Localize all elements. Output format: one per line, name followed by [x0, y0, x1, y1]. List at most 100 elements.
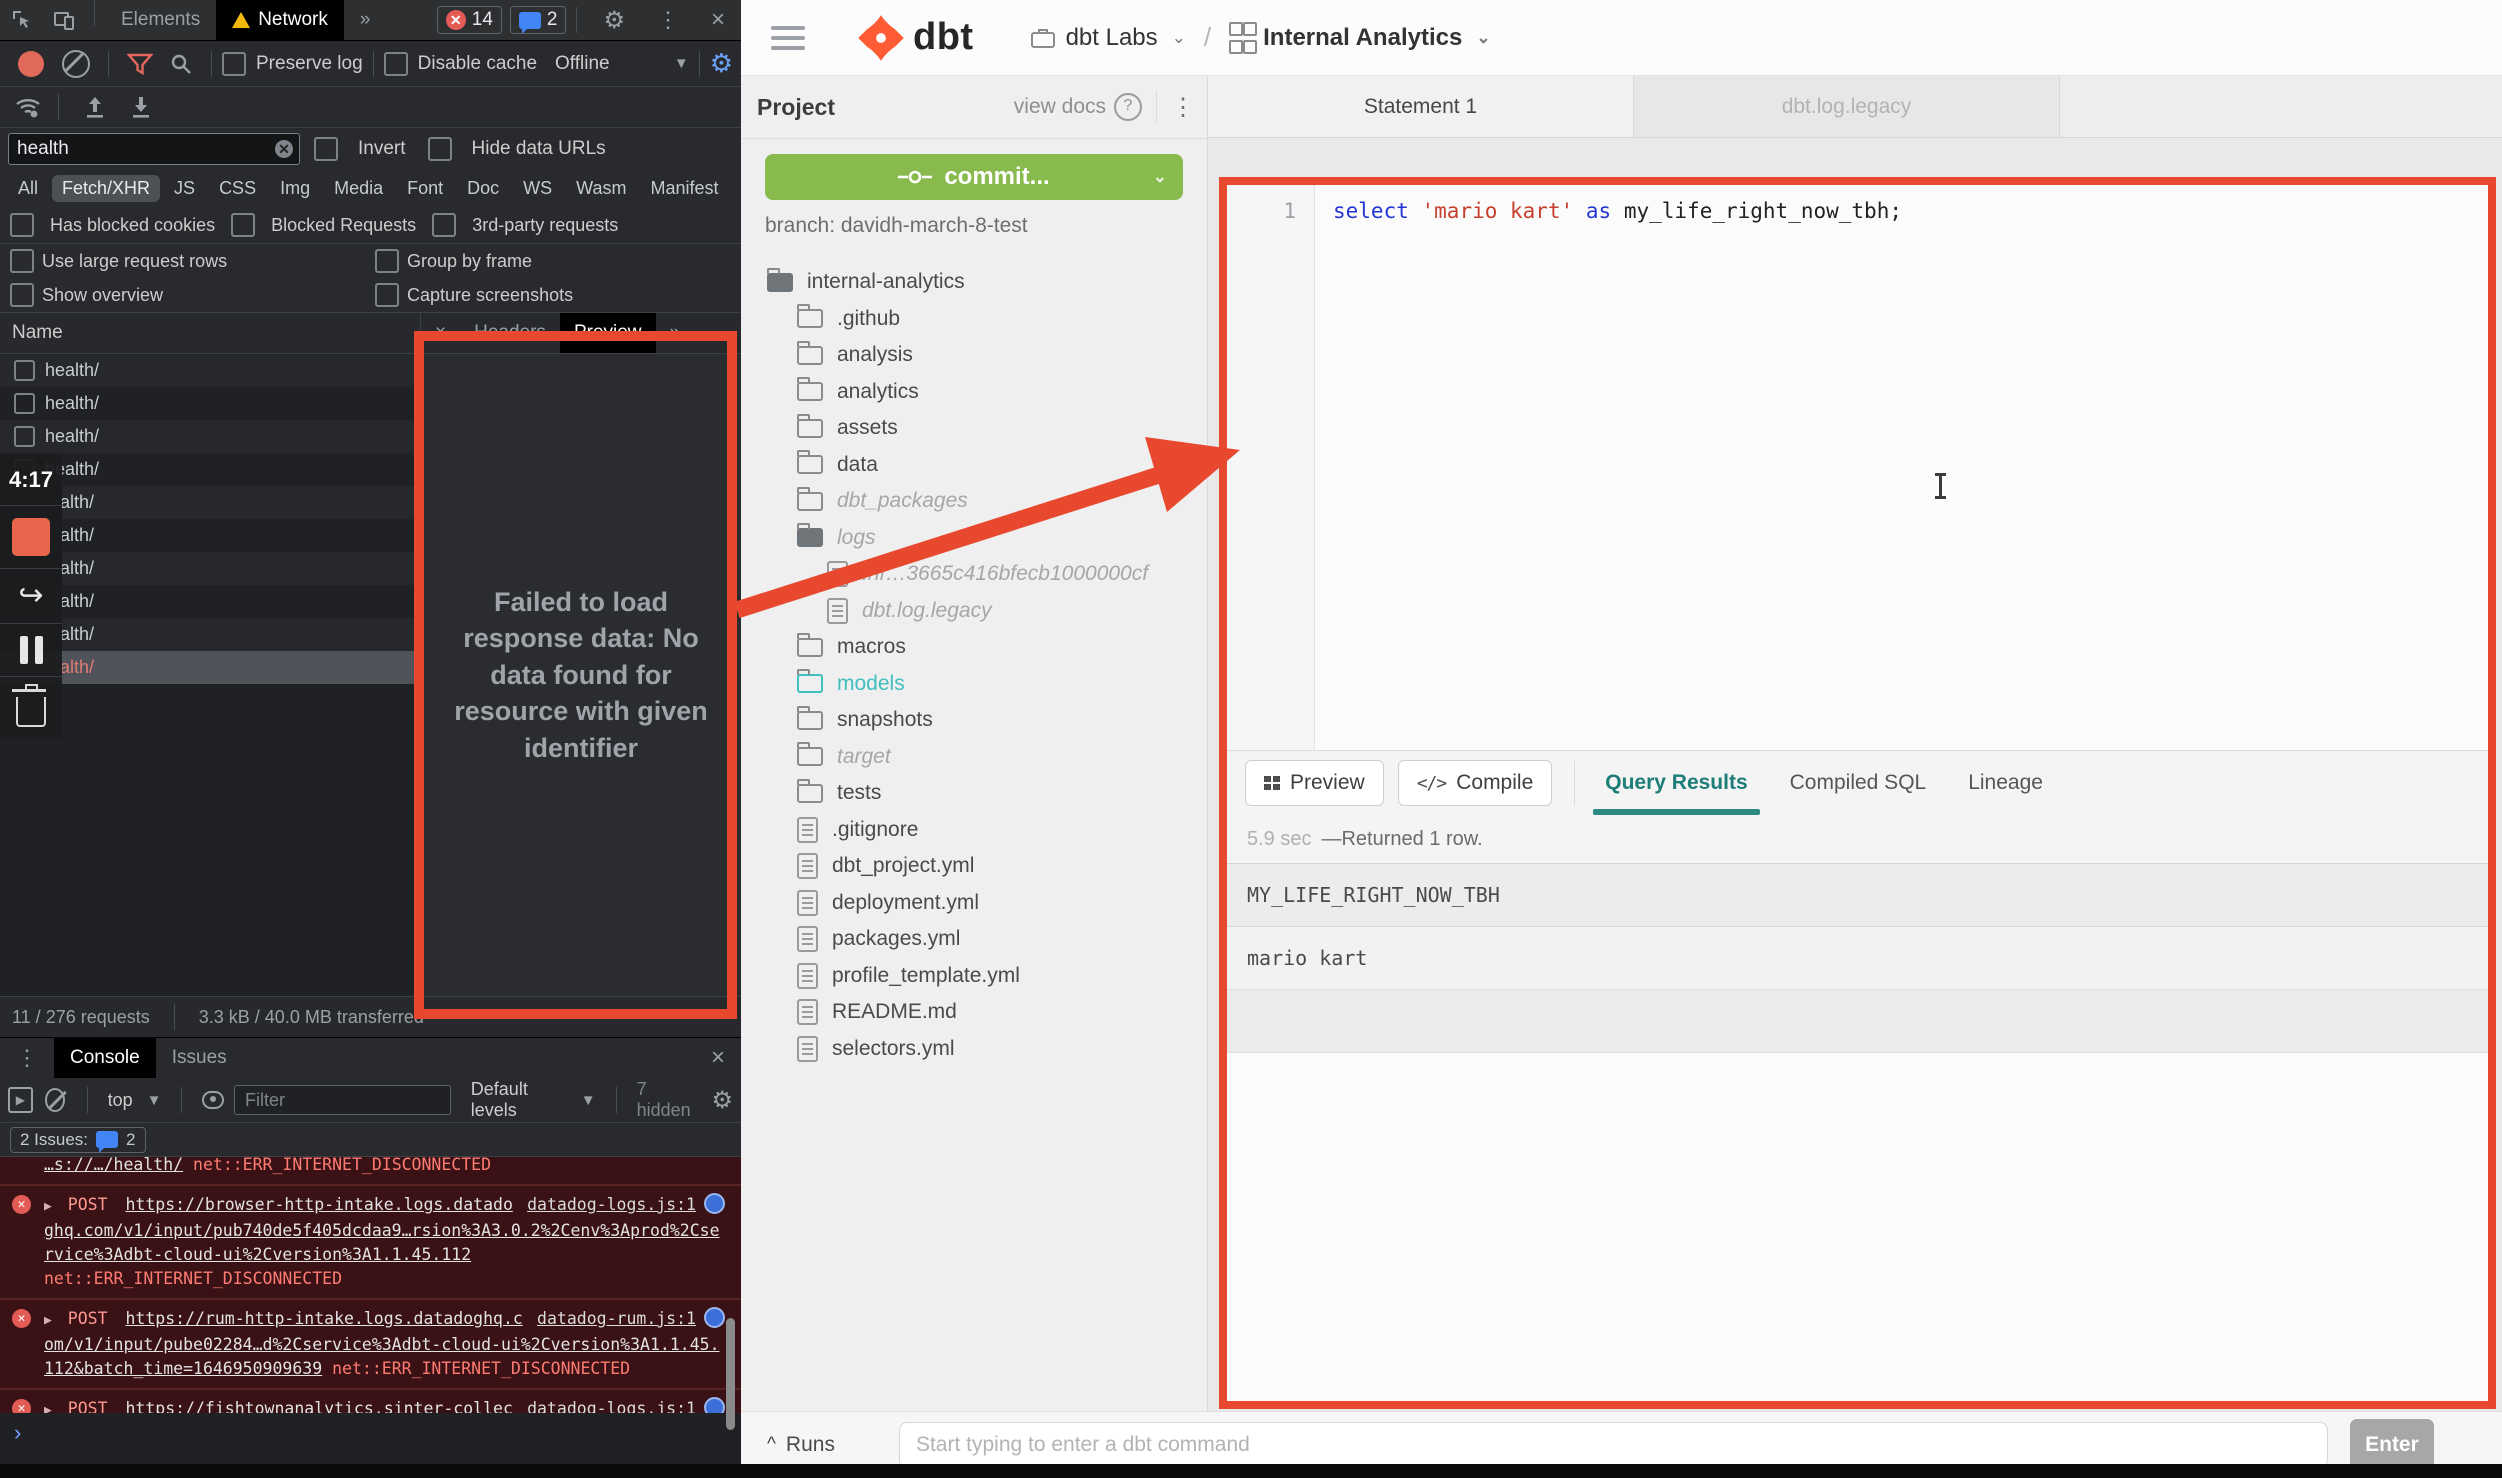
export-har-icon[interactable]	[129, 94, 153, 120]
dbt-command-input[interactable]: Start typing to enter a dbt command	[899, 1422, 2328, 1468]
file-tree-item[interactable]: macros	[741, 629, 1207, 666]
devtools-close-icon[interactable]: ×	[695, 0, 741, 40]
compile-button[interactable]: </> Compile	[1398, 760, 1553, 806]
file-tree-item[interactable]: internal-analytics	[741, 264, 1207, 301]
account-switcher[interactable]: dbt Labs ⌄	[1030, 24, 1186, 52]
request-row[interactable]: alth/	[0, 618, 420, 651]
request-row[interactable]: alth/	[0, 519, 420, 552]
result-tab[interactable]: Query Results	[1597, 753, 1755, 813]
project-menu-icon[interactable]: ⋮	[1171, 103, 1191, 112]
resource-type-pill[interactable]: Font	[397, 175, 453, 202]
console-sidebar-toggle-icon[interactable]: ▶	[8, 1087, 33, 1113]
file-tree-item[interactable]: analysis	[741, 337, 1207, 374]
file-tree-item[interactable]: data	[741, 447, 1207, 484]
request-row[interactable]: alth/	[0, 552, 420, 585]
result-tab[interactable]: Lineage	[1960, 753, 2051, 813]
hidden-messages-count[interactable]: 7 hidden	[637, 1079, 692, 1121]
request-row[interactable]: health/	[0, 354, 420, 387]
stop-recording-button[interactable]	[12, 518, 50, 556]
console-settings-icon[interactable]: ⚙	[711, 1086, 733, 1115]
commit-dropdown-chevron[interactable]: ⌄	[1153, 167, 1167, 187]
tab-elements[interactable]: Elements	[105, 0, 216, 40]
capture-screenshots-checkbox[interactable]	[375, 283, 399, 307]
record-network-log-icon[interactable]	[18, 51, 44, 77]
file-tree-item[interactable]: dbt_project.yml	[741, 848, 1207, 885]
drawer-menu-icon[interactable]: ⋮	[0, 1038, 54, 1078]
preview-button[interactable]: Preview	[1245, 760, 1384, 806]
error-source-link[interactable]: datadog-logs.js:1	[527, 1397, 696, 1413]
file-tree-item[interactable]: analytics	[741, 374, 1207, 411]
hamburger-menu-icon[interactable]	[771, 20, 805, 56]
invert-checkbox[interactable]	[314, 137, 338, 161]
console-error-message[interactable]: ✕ datadog-logs.js:1 ▶ POST https://fisht…	[0, 1389, 741, 1413]
file-tree-item[interactable]: logs	[741, 520, 1207, 557]
console-filter-input[interactable]: Filter	[234, 1085, 451, 1115]
clear-console-icon[interactable]	[45, 1088, 65, 1112]
request-row[interactable]: alth/	[0, 651, 420, 684]
delete-recording-icon[interactable]	[16, 697, 46, 727]
resource-type-pill[interactable]: Wasm	[566, 175, 636, 202]
hide-data-urls-checkbox[interactable]	[428, 137, 452, 161]
error-source-link[interactable]: datadog-logs.js:1	[527, 1193, 696, 1217]
file-tree-item[interactable]: dbt_packages	[741, 483, 1207, 520]
issues-badge[interactable]: 2	[510, 6, 567, 34]
resource-type-pill[interactable]: Doc	[457, 175, 509, 202]
code-editor[interactable]: 1 select 'mario kart' as my_life_right_n…	[1227, 185, 2488, 750]
file-tree-item[interactable]: .nf…3665c416bfecb1000000cf	[741, 556, 1207, 593]
file-tree-item[interactable]: target	[741, 739, 1207, 776]
expand-caret-icon[interactable]: ▶	[44, 1403, 52, 1413]
result-tab[interactable]: Compiled SQL	[1782, 753, 1935, 813]
file-tree-item[interactable]: README.md	[741, 994, 1207, 1031]
console-prompt[interactable]: ›	[0, 1413, 741, 1453]
throttling-select[interactable]: Offline	[555, 53, 610, 75]
blocked-requests-checkbox[interactable]	[231, 213, 255, 237]
file-tree-item[interactable]: dbt.log.legacy	[741, 593, 1207, 630]
context-select[interactable]: top	[108, 1090, 133, 1111]
undo-icon[interactable]: ↪	[18, 581, 43, 611]
console-scrollbar[interactable]	[726, 1318, 735, 1430]
file-tree-item[interactable]: profile_template.yml	[741, 958, 1207, 995]
more-tabs-chevron[interactable]: »	[344, 0, 387, 40]
request-row[interactable]: health/	[0, 387, 420, 420]
tab-issues[interactable]: Issues	[156, 1038, 243, 1078]
expand-caret-icon[interactable]: ▶	[44, 1199, 52, 1214]
request-url-link[interactable]: …s://…/health/	[44, 1157, 183, 1174]
filter-icon[interactable]	[127, 52, 153, 76]
create-live-expression-icon[interactable]	[202, 1091, 224, 1109]
inspect-element-icon[interactable]	[0, 0, 44, 40]
file-tree-item[interactable]: assets	[741, 410, 1207, 447]
name-column-header[interactable]: Name	[0, 313, 420, 354]
clear-network-log-icon[interactable]	[62, 50, 90, 78]
resource-type-pill[interactable]: Manifest	[641, 175, 729, 202]
throttling-chevron-icon[interactable]: ▼	[674, 55, 689, 72]
device-toolbar-icon[interactable]	[44, 0, 84, 40]
network-conditions-icon[interactable]	[14, 95, 42, 119]
tab-console[interactable]: Console	[54, 1038, 156, 1078]
has-blocked-cookies-checkbox[interactable]	[10, 213, 34, 237]
request-row[interactable]: health/	[0, 453, 420, 486]
network-filter-input[interactable]: health ✕	[8, 133, 300, 165]
file-tree-item[interactable]: .github	[741, 301, 1207, 338]
file-tree-item[interactable]: selectors.yml	[741, 1031, 1207, 1068]
show-overview-checkbox[interactable]	[10, 283, 34, 307]
runs-toggle[interactable]: ^ Runs	[767, 1433, 835, 1457]
project-switcher[interactable]: Internal Analytics ⌄	[1229, 22, 1490, 54]
network-settings-icon[interactable]: ⚙	[710, 48, 733, 79]
results-cell[interactable]: mario kart	[1227, 927, 2488, 990]
resource-type-pill[interactable]: CSS	[209, 175, 266, 202]
request-row[interactable]: health/	[0, 420, 420, 453]
console-errors-badge[interactable]: ✕ 14	[437, 6, 502, 34]
third-party-checkbox[interactable]	[432, 213, 456, 237]
commit-button[interactable]: commit... ⌄	[765, 154, 1183, 200]
results-column-header[interactable]: MY_LIFE_RIGHT_NOW_TBH	[1227, 863, 2488, 927]
request-url-link[interactable]: https://fishtownanalytics.sinter-collect…	[44, 1399, 513, 1413]
resource-type-pill[interactable]: All	[8, 175, 48, 202]
group-by-frame-checkbox[interactable]	[375, 249, 399, 273]
use-large-rows-checkbox[interactable]	[10, 249, 34, 273]
file-tree-item[interactable]: snapshots	[741, 702, 1207, 739]
resource-type-pill[interactable]: JS	[164, 175, 205, 202]
log-levels-select[interactable]: Default levels	[471, 1079, 557, 1121]
close-drawer-icon[interactable]: ×	[695, 1038, 741, 1078]
request-checkbox[interactable]	[14, 360, 35, 381]
search-icon[interactable]	[169, 52, 193, 76]
